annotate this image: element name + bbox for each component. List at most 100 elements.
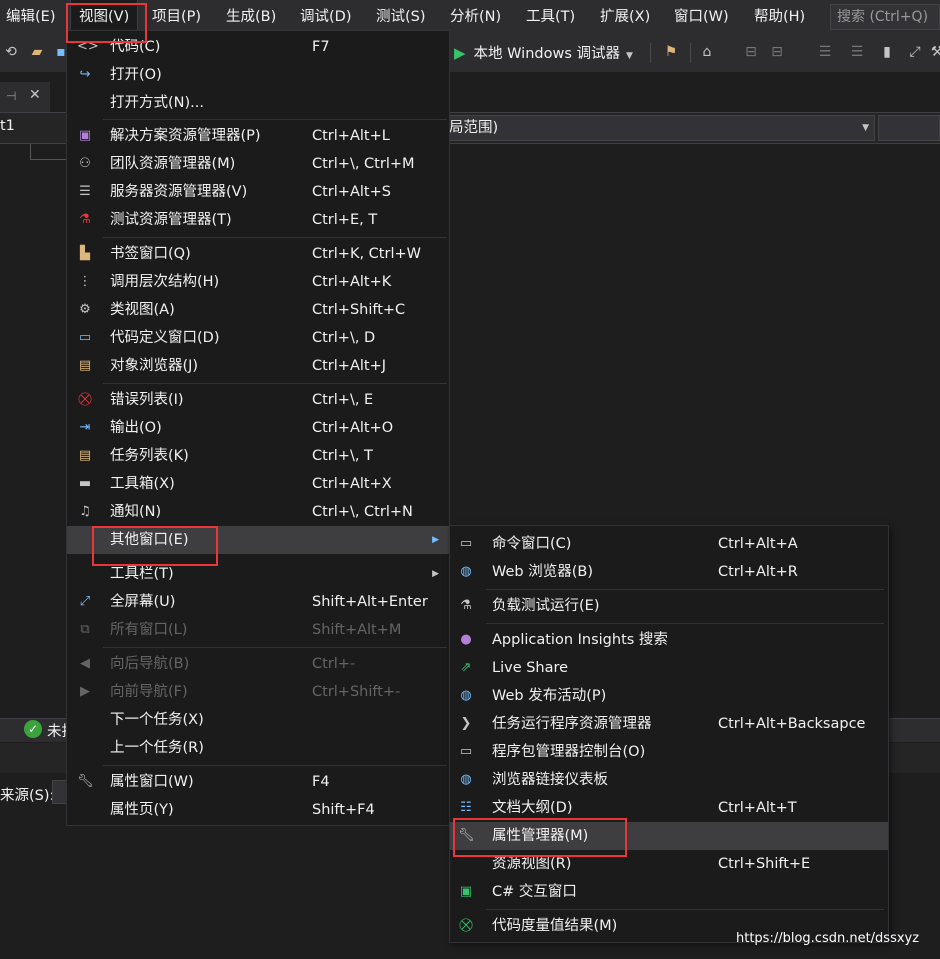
view-menu-item-full-screen[interactable]: ⤢ 全屏幕(U) Shift+Alt+Enter bbox=[67, 588, 449, 616]
other-windows-item-task-runner[interactable]: ❯ 任务运行程序资源管理器 Ctrl+Alt+Backsapce bbox=[450, 710, 888, 738]
menu-separator bbox=[103, 383, 447, 384]
menu-tools[interactable]: 工具(T) bbox=[526, 0, 575, 34]
view-menu-item-error-list[interactable]: ⛒ 错误列表(I) Ctrl+\, E bbox=[67, 386, 449, 414]
view-menu-item-shortcut: Shift+Alt+Enter bbox=[312, 594, 428, 610]
view-menu-item-call-hierarchy[interactable]: ⋮ 调用层次结构(H) Ctrl+Alt+K bbox=[67, 268, 449, 296]
run-debugger-button[interactable]: ▶ 本地 Windows 调试器 ▼ bbox=[454, 38, 633, 68]
pin-icon[interactable]: ⤢ bbox=[904, 41, 926, 63]
menu-project[interactable]: 项目(P) bbox=[152, 0, 201, 34]
view-menu-item-toolbox[interactable]: ▬ 工具箱(X) Ctrl+Alt+X bbox=[67, 470, 449, 498]
view-menu-item-code-definition[interactable]: ▭ 代码定义窗口(D) Ctrl+\, D bbox=[67, 324, 449, 352]
search-input[interactable]: 搜索 (Ctrl+Q) bbox=[830, 4, 940, 30]
other-windows-item-document-outline[interactable]: ☷ 文档大纲(D) Ctrl+Alt+T bbox=[450, 794, 888, 822]
view-menu-item-object-browser[interactable]: ▤ 对象浏览器(J) Ctrl+Alt+J bbox=[67, 352, 449, 380]
document-tab[interactable]: ⊣ ✕ bbox=[0, 82, 50, 112]
view-menu-item-server-explorer[interactable]: ☰ 服务器资源管理器(V) Ctrl+Alt+S bbox=[67, 178, 449, 206]
other-windows-item-property-manager[interactable]: 🔧︎ 属性管理器(M) bbox=[450, 822, 888, 850]
code-icon: <> bbox=[77, 39, 99, 54]
home-icon[interactable]: ⌂ bbox=[696, 41, 718, 63]
menu-separator bbox=[103, 237, 447, 238]
view-menu-item-task-list[interactable]: ▤ 任务列表(K) Ctrl+\, T bbox=[67, 442, 449, 470]
bookmark-icon[interactable]: ▮ bbox=[876, 41, 898, 63]
menu-extensions[interactable]: 扩展(X) bbox=[600, 0, 650, 34]
view-menu-item-output[interactable]: ⇥ 输出(O) Ctrl+Alt+O bbox=[67, 414, 449, 442]
view-menu-item-shortcut: Ctrl+Alt+O bbox=[312, 420, 394, 436]
wrench-icon[interactable]: ⚒ bbox=[926, 41, 940, 63]
step-icon[interactable]: ⊟ bbox=[766, 41, 788, 63]
menu-window[interactable]: 窗口(W) bbox=[674, 0, 729, 34]
scope-combo[interactable]: 局范围) ▼ bbox=[448, 115, 875, 141]
live-share-icon: ⇗ bbox=[460, 660, 472, 675]
view-menu-item-solution-explorer[interactable]: ▣ 解决方案资源管理器(P) Ctrl+Alt+L bbox=[67, 122, 449, 150]
other-windows-item-browser-link[interactable]: ◍ 浏览器链接仪表板 bbox=[450, 766, 888, 794]
view-menu-item-other-windows[interactable]: 其他窗口(E) ▶ bbox=[67, 526, 449, 554]
menu-build[interactable]: 生成(B) bbox=[226, 0, 276, 34]
menu-edit[interactable]: 编辑(E) bbox=[6, 0, 55, 34]
other-windows-item-package-console[interactable]: ▭ 程序包管理器控制台(O) bbox=[450, 738, 888, 766]
check-icon: ✓ bbox=[24, 720, 42, 738]
view-menu-item-open-with[interactable]: 打开方式(N)... bbox=[67, 89, 449, 117]
menu-help[interactable]: 帮助(H) bbox=[754, 0, 805, 34]
close-icon[interactable]: ✕ bbox=[29, 87, 41, 103]
other-windows-item-app-insights[interactable]: ● Application Insights 搜索 bbox=[450, 626, 888, 654]
menu-separator bbox=[103, 647, 447, 648]
other-windows-item-label: C# 交互窗口 bbox=[492, 884, 577, 900]
project-combo[interactable]: t1 bbox=[0, 118, 15, 134]
menu-separator bbox=[486, 589, 884, 590]
menu-analyze[interactable]: 分析(N) bbox=[450, 0, 501, 34]
view-menu-item-label: 通知(N) bbox=[110, 504, 162, 520]
other-windows-item-label: Application Insights 搜索 bbox=[492, 632, 668, 648]
view-menu-item-notifications[interactable]: ♫ 通知(N) Ctrl+\, Ctrl+N bbox=[67, 498, 449, 526]
other-windows-item-live-share[interactable]: ⇗ Live Share bbox=[450, 654, 888, 682]
breakpoint-icon[interactable]: ⊟ bbox=[740, 41, 762, 63]
comment-icon[interactable]: ☰ bbox=[814, 41, 836, 63]
open-folder-icon[interactable]: ▰ bbox=[26, 41, 48, 63]
browser-link-icon: ◍ bbox=[460, 772, 472, 787]
view-menu-item-next-task[interactable]: 下一个任务(X) bbox=[67, 706, 449, 734]
view-menu-item-property-pages[interactable]: 属性页(Y) Shift+F4 bbox=[67, 796, 449, 824]
view-menu-item-shortcut: F7 bbox=[312, 39, 330, 55]
other-windows-item-shortcut: Ctrl+Alt+R bbox=[718, 564, 798, 580]
view-menu-item-label: 工具箱(X) bbox=[110, 476, 175, 492]
other-windows-item-resource-view[interactable]: 资源视图(R) Ctrl+Shift+E bbox=[450, 850, 888, 878]
view-menu-item-previous-task[interactable]: 上一个任务(R) bbox=[67, 734, 449, 762]
member-combo[interactable] bbox=[878, 115, 940, 141]
other-windows-item-csharp-interactive[interactable]: ▣ C# 交互窗口 bbox=[450, 878, 888, 906]
menu-debug[interactable]: 调试(D) bbox=[300, 0, 351, 34]
view-menu-item-team-explorer[interactable]: ⚇ 团队资源管理器(M) Ctrl+\, Ctrl+M bbox=[67, 150, 449, 178]
view-menu-item-toolbars[interactable]: 工具栏(T) ▶ bbox=[67, 560, 449, 588]
bookmark-window-icon: ▙ bbox=[80, 246, 90, 261]
code-definition-icon: ▭ bbox=[78, 330, 92, 345]
view-menu-item-label: 书签窗口(Q) bbox=[110, 246, 191, 262]
view-menu-item-class-view[interactable]: ⚙ 类视图(A) Ctrl+Shift+C bbox=[67, 296, 449, 324]
test-explorer-icon: ⚗ bbox=[79, 212, 91, 227]
other-windows-item-command-window[interactable]: ▭ 命令窗口(C) Ctrl+Alt+A bbox=[450, 530, 888, 558]
uncomment-icon[interactable]: ☰ bbox=[846, 41, 868, 63]
watermark: https://blog.csdn.net/dssxyz bbox=[736, 931, 920, 946]
view-menu-item-test-explorer[interactable]: ⚗ 测试资源管理器(T) Ctrl+E, T bbox=[67, 206, 449, 234]
other-windows-item-web-publish[interactable]: ◍ Web 发布活动(P) bbox=[450, 682, 888, 710]
view-menu-item-label: 任务列表(K) bbox=[110, 448, 189, 464]
view-menu-item-bookmarks[interactable]: ▙ 书签窗口(Q) Ctrl+K, Ctrl+W bbox=[67, 240, 449, 268]
other-windows-item-web-browser[interactable]: ◍ Web 浏览器(B) Ctrl+Alt+R bbox=[450, 558, 888, 586]
view-menu-item-shortcut: Ctrl+\, T bbox=[312, 448, 373, 464]
pin-icon[interactable]: ⊣ bbox=[6, 89, 16, 103]
view-menu-item-code[interactable]: <> 代码(C) F7 bbox=[67, 33, 449, 61]
view-menu-item-properties-window[interactable]: 🔧︎ 属性窗口(W) F4 bbox=[67, 768, 449, 796]
view-menu-item-open[interactable]: ↪ 打开(O) bbox=[67, 61, 449, 89]
navigate-forward-icon: ▶ bbox=[80, 684, 90, 699]
other-windows-item-label: Web 发布活动(P) bbox=[492, 688, 607, 704]
menu-view[interactable]: 视图(V) bbox=[70, 0, 139, 34]
bell-icon: ♫ bbox=[79, 504, 91, 519]
undo-icon[interactable]: ⟲ bbox=[0, 41, 22, 63]
view-menu-item-shortcut: Ctrl+- bbox=[312, 656, 356, 672]
toolbar-divider bbox=[650, 43, 651, 63]
view-menu-item-shortcut: Ctrl+\, D bbox=[312, 330, 376, 346]
view-menu: <> 代码(C) F7 ↪ 打开(O) 打开方式(N)... ▣ 解决方案资源管… bbox=[66, 30, 450, 826]
source-label: 来源(S): bbox=[0, 788, 55, 804]
other-windows-item-label: Live Share bbox=[492, 660, 569, 676]
menu-test[interactable]: 测试(S) bbox=[376, 0, 426, 34]
chevron-right-icon: ❯ bbox=[460, 716, 472, 731]
other-windows-item-load-test[interactable]: ⚗ 负载测试运行(E) bbox=[450, 592, 888, 620]
find-files-icon[interactable]: ⚑ bbox=[660, 41, 682, 63]
